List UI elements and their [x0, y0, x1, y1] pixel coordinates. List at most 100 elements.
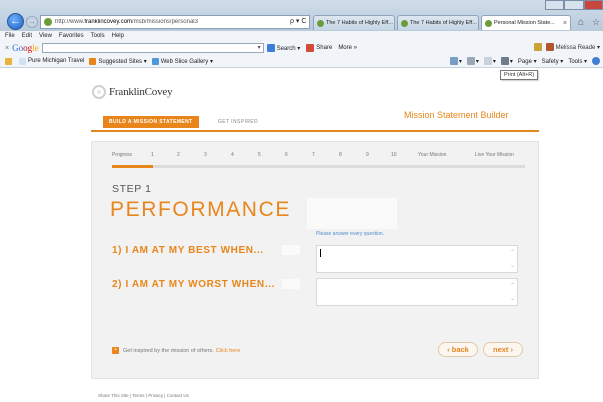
progress-label: Progress — [112, 152, 133, 158]
scroll-down-icon[interactable]: ⌄ — [510, 262, 515, 269]
mail-command[interactable]: ▾ — [483, 57, 496, 65]
scroll-up-icon[interactable]: ⌃ — [510, 282, 515, 289]
mail-icon — [483, 57, 492, 65]
google-search-input[interactable] — [41, 43, 264, 53]
help-icon[interactable] — [592, 57, 601, 65]
tab-favicon-icon — [485, 19, 492, 27]
text-caret — [320, 249, 321, 257]
progress-step-3: 3 — [204, 152, 207, 158]
tab-favicon-icon — [401, 19, 408, 27]
plus-icon: + — [112, 347, 119, 354]
browser-tab[interactable]: The 7 Habits of Highly Eff... — [313, 15, 395, 30]
menu-file[interactable]: File — [5, 33, 15, 39]
question-highlight — [282, 245, 300, 255]
menu-bar: File Edit View Favorites Tools Help — [0, 31, 603, 41]
window-controls — [545, 0, 603, 12]
browser-chrome: ← → http://www.franklincovey.com/msb/mis… — [0, 0, 603, 80]
home-icon — [449, 57, 458, 65]
browser-tab[interactable]: The 7 Habits of Highly Eff... — [397, 15, 479, 30]
settings-wrench-icon[interactable] — [533, 43, 542, 51]
favorites-star-icon[interactable]: ☆ — [592, 17, 600, 28]
question-1-label: 1) I AM AT MY BEST WHEN... — [112, 245, 264, 256]
google-toolbar: × Google Search ▾ Share More » — [0, 41, 603, 55]
back-button[interactable]: ‹ back — [438, 342, 478, 357]
step-label: STEP 1 — [112, 183, 152, 195]
home-command[interactable]: ▾ — [449, 57, 462, 65]
maximize-button[interactable] — [564, 0, 584, 10]
feeds-command[interactable]: ▾ — [466, 57, 479, 65]
search-icon — [266, 44, 275, 52]
progress-step-6: 6 — [285, 152, 288, 158]
share-icon — [306, 44, 315, 52]
next-button[interactable]: next › — [483, 342, 523, 357]
progress-bar — [112, 165, 525, 168]
progress-step-1: 1 — [151, 152, 154, 158]
forward-arrow-icon[interactable]: → — [26, 16, 38, 28]
address-bar[interactable]: http://www.franklincovey.com/msb/mission… — [40, 15, 310, 29]
minimize-button[interactable] — [545, 0, 565, 10]
scroll-up-icon[interactable]: ⌃ — [510, 249, 515, 256]
progress-step-5: 5 — [258, 152, 261, 158]
progress-step-2: 2 — [177, 152, 180, 158]
progress-bar-fill — [112, 165, 154, 168]
builder-title: Mission Statement Builder — [404, 110, 509, 120]
tools-menu[interactable]: Tools ▾ — [568, 58, 587, 65]
url-text: http://www.franklincovey.com/msb/mission… — [55, 19, 198, 25]
progress-step-10: 10 — [391, 152, 397, 158]
inspire-link[interactable]: Click here — [216, 348, 240, 354]
tab-build-mission-statement[interactable]: BUILD A MISSION STATEMENT — [103, 116, 199, 128]
inspire-text: Get inspired by the mission of others. — [123, 347, 214, 354]
menu-favorites[interactable]: Favorites — [59, 33, 84, 39]
menu-help[interactable]: Help — [112, 33, 124, 39]
fav-web-slice-gallery[interactable]: Web Slice Gallery ▾ — [151, 57, 213, 65]
answer-2-textarea[interactable]: ⌃ ⌄ — [316, 278, 518, 306]
tab-get-inspired[interactable]: GET INSPIRED — [218, 116, 258, 128]
command-bar: ▾ ▾ ▾ ▾ Page ▾ Safety ▾ Tools ▾ — [445, 57, 601, 65]
safety-menu[interactable]: Safety ▾ — [542, 58, 564, 65]
tab-favicon-icon — [317, 19, 324, 27]
user-menu[interactable]: Melissa Reade ▾ — [556, 44, 600, 51]
fav-suggested-sites[interactable]: Suggested Sites ▾ — [89, 57, 147, 65]
step-panel: Progress 1 2 3 4 5 6 7 8 9 10 Your Missi… — [91, 141, 539, 379]
suggested-sites-icon — [89, 57, 97, 65]
back-arrow-icon[interactable]: ← — [7, 13, 24, 30]
site-favicon-icon — [44, 18, 52, 26]
close-tab-icon[interactable]: × — [560, 20, 567, 27]
page-menu[interactable]: Page ▾ — [518, 58, 537, 65]
menu-tools[interactable]: Tools — [91, 33, 105, 39]
progress-step-9: 9 — [366, 152, 369, 158]
progress-live-mission: Live Your Mission — [475, 152, 514, 158]
progress-step-8: 8 — [339, 152, 342, 158]
answer-1-textarea[interactable]: ⌃ ⌄ — [316, 245, 518, 273]
feeds-icon — [466, 57, 475, 65]
fav-pure-michigan[interactable]: Pure Michigan Travel — [19, 57, 84, 65]
print-tooltip: Print (Alt+R) — [500, 70, 539, 80]
inspire-row: + Get inspired by the mission of others.… — [112, 347, 240, 354]
question-2-label: 2) I AM AT MY WORST WHEN... — [112, 279, 275, 290]
menu-view[interactable]: View — [39, 33, 52, 39]
answer-note: Please answer every question. — [316, 231, 385, 237]
progress-step-4: 4 — [231, 152, 234, 158]
print-icon — [500, 57, 509, 65]
close-icon[interactable]: × — [5, 45, 9, 52]
google-user-area: Melissa Reade ▾ — [532, 43, 600, 51]
browser-tab-active[interactable]: Personal Mission State... × — [481, 15, 571, 30]
address-tools[interactable]: ρ ▾ C — [290, 17, 306, 25]
close-window-button[interactable] — [583, 0, 603, 10]
home-icon[interactable]: ⌂ — [578, 17, 584, 28]
page-icon — [19, 57, 26, 65]
step-title: PERFORMANCE — [110, 198, 291, 221]
scroll-down-icon[interactable]: ⌄ — [510, 295, 515, 302]
favorites-star-button[interactable] — [5, 57, 14, 65]
question-highlight — [282, 279, 300, 289]
franklincovey-logo[interactable]: FranklinCovey — [92, 85, 173, 99]
more-button[interactable]: More » — [338, 45, 357, 51]
share-button[interactable]: Share — [306, 44, 332, 52]
avatar — [545, 43, 554, 51]
print-command[interactable]: ▾ — [500, 57, 513, 65]
footer-links[interactable]: Share This Site | Terms | Privacy | Cont… — [98, 393, 189, 398]
menu-edit[interactable]: Edit — [22, 33, 32, 39]
google-search-button[interactable]: Search ▾ — [266, 44, 300, 52]
google-logo: Google — [12, 43, 39, 53]
progress-labels: Progress 1 2 3 4 5 6 7 8 9 10 Your Missi… — [112, 152, 527, 162]
